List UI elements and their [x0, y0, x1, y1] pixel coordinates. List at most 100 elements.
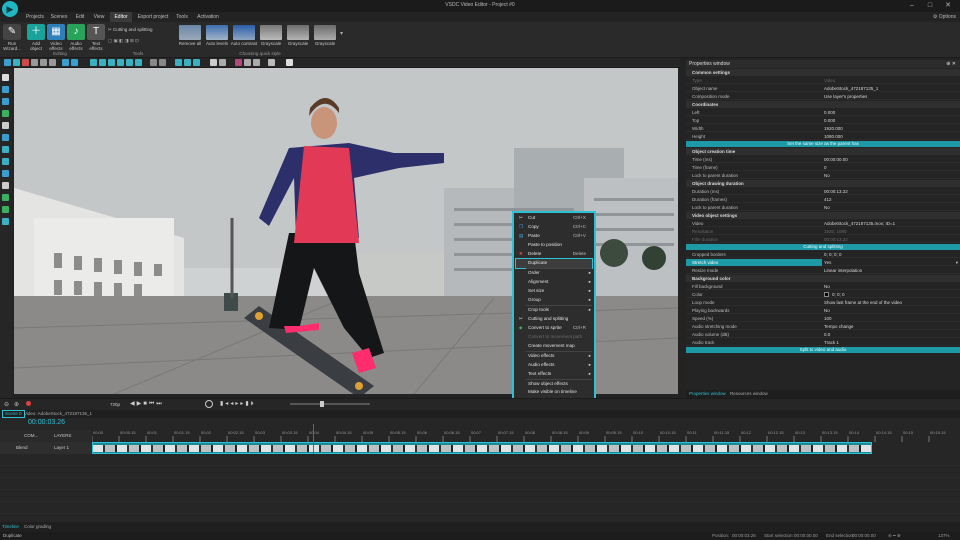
text-effects-button[interactable]: T Text effects [86, 24, 106, 51]
video-effects-button[interactable]: ▦ Video effects [46, 24, 66, 51]
style-thumb-grayscale-3[interactable] [314, 25, 336, 40]
prop-row-speed[interactable]: Speed (%) 100 [686, 315, 960, 322]
align-middle-icon[interactable] [126, 59, 133, 66]
menu-item-convert-sprite[interactable]: ◆ Convert to sprite Ctrl+R [516, 324, 592, 333]
prop-row-composition[interactable]: Composition mode Use layer's properties [686, 93, 960, 100]
maximize-button[interactable]: □ [922, 0, 938, 12]
layer-top-icon[interactable] [193, 59, 200, 66]
copy-tool-icon[interactable] [40, 59, 47, 66]
dropdown-arrow-icon[interactable]: ▾ [956, 259, 958, 266]
resolution-select[interactable]: 720p [110, 402, 120, 407]
tab-color-grading[interactable]: Color grading [24, 524, 51, 529]
menu-item-cutting-splitting[interactable]: ✂ Cutting and splitting [516, 315, 592, 324]
mask-tool-icon[interactable] [253, 59, 260, 66]
menu-item-create-map[interactable]: Create movement map [516, 342, 592, 351]
play-button[interactable] [205, 400, 213, 408]
prop-row-duration-frames[interactable]: Duration (frames) 412 [686, 196, 960, 203]
quick-style-scroll-arrow[interactable]: ▾ [340, 30, 343, 37]
frame-step-buttons[interactable]: ▮◂◂▸▸▮⏵ [220, 400, 256, 408]
split-audio-button[interactable]: Split to video and audio [686, 347, 960, 353]
options-button[interactable]: ⚙ Options [933, 12, 956, 22]
prop-row-time-ms[interactable]: Time (ms) 00:00:00.00 [686, 156, 960, 163]
pointer-tool-icon[interactable] [4, 59, 11, 66]
tab-edit[interactable]: Edit [73, 12, 87, 22]
style-thumb-auto-contrast[interactable] [233, 25, 255, 40]
prop-row-lock-parent-2[interactable]: Lock to parent duration No [686, 204, 960, 211]
prop-row-backwards[interactable]: Playing backwards No [686, 307, 960, 314]
prop-row-fill-bg[interactable]: Fill background No [686, 283, 960, 290]
menu-item-video-effects[interactable]: Video effects ▸ [516, 352, 592, 361]
image-object-icon[interactable] [2, 98, 9, 105]
prop-row-width[interactable]: Width 1920.000 [686, 125, 960, 132]
prop-row-left[interactable]: Left 0.000 [686, 109, 960, 116]
cutting-splitting-prop-button[interactable]: Cutting and splitting [686, 244, 960, 250]
group-tool-icon[interactable] [159, 59, 166, 66]
prop-row-audio-track[interactable]: Audio track Track 1 [686, 339, 960, 346]
chart-tool-icon[interactable] [2, 170, 9, 177]
subtitle-tool-icon[interactable] [2, 182, 9, 189]
tab-editor[interactable]: Editor [110, 12, 132, 22]
menu-item-crop-tools[interactable]: Crop tools ▸ [516, 306, 592, 315]
menu-item-paste-position[interactable]: Paste to position [516, 241, 592, 250]
style-thumb-grayscale-1[interactable] [260, 25, 282, 40]
redo-tool-icon[interactable] [71, 59, 78, 66]
color-tool-icon[interactable] [235, 59, 242, 66]
prop-row-lock-parent[interactable]: Lock to parent duration No [686, 172, 960, 179]
zoom-tool-icon[interactable] [268, 59, 275, 66]
prop-row-top[interactable]: Top 0.000 [686, 117, 960, 124]
transport-buttons[interactable]: ◀▶■⏮⏭ [130, 400, 164, 408]
tab-export-project[interactable]: Export project [136, 12, 170, 22]
ellipse-tool-icon[interactable] [2, 158, 9, 165]
menu-item-order[interactable]: Order ▸ [516, 269, 592, 278]
video-clip[interactable] [92, 442, 872, 454]
size-tool-icon[interactable] [150, 59, 157, 66]
style-thumb-auto-levels[interactable] [206, 25, 228, 40]
background-color-header[interactable]: Background color [686, 275, 960, 282]
zoom-out-icon[interactable]: ⊖ [4, 401, 9, 408]
menu-item-cut[interactable]: ✂ Cut Ctrl+X [516, 214, 592, 223]
style-thumb-remove-all[interactable] [179, 25, 201, 40]
align-bottom-icon[interactable] [135, 59, 142, 66]
menu-item-delete[interactable]: ✖ Delete Delete [516, 250, 592, 259]
prop-row-time-frame[interactable]: Time (frame) 0 [686, 164, 960, 171]
layer-header[interactable]: Blend Layer 1 [0, 442, 92, 454]
movement-tool-icon[interactable] [2, 218, 9, 225]
record-icon[interactable] [26, 401, 31, 406]
tab-projects[interactable]: Projects [24, 12, 46, 22]
select-cursor-icon[interactable] [2, 74, 9, 81]
layer-up-icon[interactable] [175, 59, 182, 66]
app-logo-icon[interactable]: ▶ [2, 1, 18, 17]
position-slider[interactable] [290, 403, 370, 405]
tab-properties-window[interactable]: Properties window [689, 390, 726, 398]
prop-row-audio-volume[interactable]: Audio volume (dB) 0.0 [686, 331, 960, 338]
crop-tool-icon[interactable] [244, 59, 251, 66]
paste-tool-icon[interactable] [49, 59, 56, 66]
add-object-button[interactable]: ＋ Add object [26, 24, 46, 51]
zoom-in-icon[interactable]: ⊕ [14, 401, 19, 408]
minimize-button[interactable]: – [904, 0, 920, 12]
time-ruler[interactable]: 00:00 00:00.15 00:01 00:01.15 00:02 00:02.15 0… [92, 424, 960, 442]
align-left-icon[interactable] [90, 59, 97, 66]
tab-timeline[interactable]: Timeline [2, 524, 19, 529]
menu-item-paste[interactable]: ▤ Paste Ctrl+V [516, 232, 592, 241]
tab-view[interactable]: View [91, 12, 107, 22]
tab-scenes[interactable]: Scenes [49, 12, 69, 22]
audio-effects-button[interactable]: ♪ Audio effects [66, 24, 86, 51]
cut-tool-icon[interactable] [31, 59, 38, 66]
prop-row-object-name[interactable]: Object name AdobeStock_472187135_1 [686, 85, 960, 92]
prop-row-resize[interactable]: Resize mode Linear interpolation [686, 267, 960, 274]
menu-item-group[interactable]: Group ▸ [516, 296, 592, 305]
same-size-button[interactable]: Set the same size as the parent has [686, 141, 960, 147]
menu-item-set-size[interactable]: Set size ▸ [516, 287, 592, 296]
coordinates-header[interactable]: Coordinates [686, 101, 960, 108]
text-object-icon[interactable] [2, 122, 9, 129]
pin-icon[interactable]: ⊕ ✕ [946, 60, 956, 68]
tab-video-object[interactable]: Video: AdobeStock_472187135_1 [24, 410, 92, 418]
video-object-icon[interactable] [2, 86, 9, 93]
snap-icon[interactable] [219, 59, 226, 66]
line-tool-icon[interactable] [2, 134, 9, 141]
tab-resources-window[interactable]: Resources window [730, 390, 768, 398]
animation-tool-icon[interactable] [2, 206, 9, 213]
menu-item-text-effects[interactable]: Text effects ▸ [516, 370, 592, 379]
align-top-icon[interactable] [117, 59, 124, 66]
